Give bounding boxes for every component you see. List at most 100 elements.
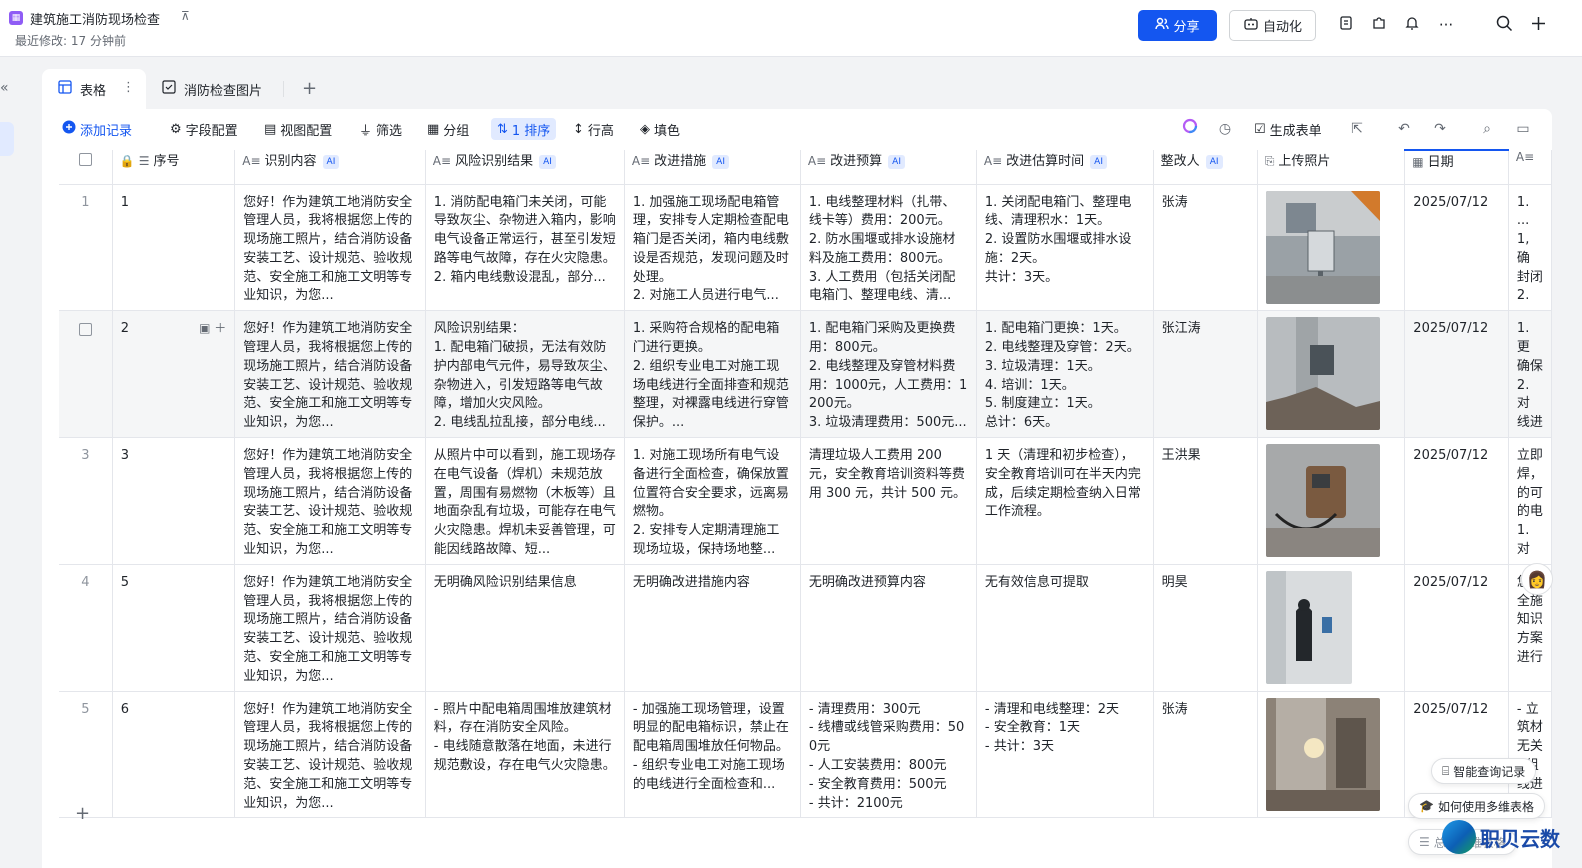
cell-extra[interactable]: 1. 更 确保 2. 对 线进 护。 3. 清 (1508, 310, 1552, 439)
more-icon[interactable]: ··· (1436, 15, 1456, 35)
column-header-photo[interactable]: ⎘ 上传照片 (1257, 150, 1406, 185)
photo-thumbnail[interactable] (1265, 697, 1380, 811)
cell-risk[interactable]: 1. 消防配电箱门未关闭，可能导致灰尘、杂物进入箱内，影响电气设备正常运行，甚至… (425, 184, 625, 312)
column-header-budget[interactable]: A≡ 改进预算 AI (800, 150, 977, 185)
cell-date[interactable]: 2025/07/12 (1404, 310, 1509, 439)
cell-person[interactable]: 张涛 (1153, 691, 1258, 819)
cell-photo[interactable] (1257, 564, 1406, 692)
cell-measures[interactable]: 1. 加强施工现场配电箱管理，安排专人定期检查配电箱门是否关闭，箱内电线敷设是否… (624, 184, 801, 312)
cell-person[interactable]: 张江涛 (1153, 310, 1258, 439)
cell-budget[interactable]: 1. 电线整理材料（扎带、线卡等）费用：200元。 2. 防水围堰或排水设施材料… (800, 184, 977, 312)
sidebar-indicator[interactable] (0, 122, 14, 156)
search-icon[interactable] (1494, 15, 1514, 35)
pin-icon[interactable]: ⊼ (181, 9, 190, 23)
cell-recognition[interactable]: 您好！作为建筑工地消防安全管理人员，我将根据您上传的现场施工照片，结合消防设备安… (234, 310, 426, 439)
search-records-icon[interactable]: ⌕ (1476, 118, 1498, 140)
sort-button[interactable]: ⇅ 1 排序 (491, 118, 557, 140)
column-header-recognition[interactable]: A≡ 识别内容 AI (234, 150, 426, 185)
photo-thumbnail[interactable] (1265, 190, 1380, 304)
generate-form-button[interactable]: ☑ 生成表单 (1254, 118, 1322, 140)
group-button[interactable]: ▦ 分组 (427, 118, 469, 140)
cell-risk[interactable]: 从照片中可以看到，施工现场存在电气设备（焊机）未规范放置，周围有易燃物（木板等）… (425, 437, 625, 565)
cell-risk[interactable]: 风险识别结果： 1. 配电箱门破损，无法有效防护内部电气元件，易导致灰尘、杂物进… (425, 310, 625, 439)
cell-budget[interactable]: - 清理费用：300元 - 线槽或线管采购费用：500元 - 人工安装费用：80… (800, 691, 977, 819)
column-header-time[interactable]: A≡ 改进估算时间 AI (976, 150, 1154, 185)
row-height-button[interactable]: ↕ 行高 (573, 118, 614, 140)
cell-date[interactable]: 2025/07/12 (1404, 564, 1509, 692)
column-header-person[interactable]: 整改人 AI (1153, 150, 1258, 185)
share-button[interactable]: 分享 (1138, 10, 1217, 41)
field-config-button[interactable]: ⚙ 字段配置 (170, 118, 238, 140)
cell-recognition[interactable]: 您好！作为建筑工地消防安全管理人员，我将根据您上传的现场施工照片，结合消防设备安… (234, 564, 426, 692)
column-header-seq[interactable]: 🔒 ☰ 序号 (112, 150, 236, 185)
cell-photo[interactable] (1257, 437, 1406, 565)
row-selector[interactable] (59, 310, 113, 439)
cell-measures[interactable]: 1. 采购符合规格的配电箱门进行更换。 2. 组织专业电工对施工现场电线进行全面… (624, 310, 801, 439)
cell-budget[interactable]: 无明确改进预算内容 (800, 564, 977, 692)
cell-measures[interactable]: - 加强施工现场管理，设置明显的配电箱标识，禁止在配电箱周围堆放任何物品。 - … (624, 691, 801, 819)
cell-seq[interactable]: 6 (112, 691, 236, 819)
cell-seq[interactable]: 2 ▣ ＋ (112, 310, 236, 439)
table-row[interactable]: 5 6 您好！作为建筑工地消防安全管理人员，我将根据您上传的现场施工照片，结合消… (59, 691, 1552, 819)
cell-person[interactable]: 张涛 (1153, 184, 1258, 312)
assistant-avatar[interactable]: 👩 (1521, 563, 1553, 595)
add-row-button[interactable]: + (75, 803, 90, 824)
plus-icon[interactable] (1528, 15, 1548, 35)
plugin-icon[interactable] (1369, 15, 1389, 35)
expand-record-icon[interactable]: ▣ ＋ (199, 319, 226, 338)
add-view-icon[interactable]: + (302, 78, 317, 99)
cell-seq[interactable]: 3 (112, 437, 236, 565)
cell-seq[interactable]: 1 (112, 184, 236, 312)
expand-sidebar-icon[interactable]: « (0, 80, 9, 96)
photo-thumbnail[interactable] (1265, 570, 1352, 684)
table-row[interactable]: 1 1 您好！作为建筑工地消防安全管理人员，我将根据您上传的现场施工照片，结合消… (59, 184, 1552, 312)
undo-icon[interactable]: ↶ (1393, 118, 1415, 140)
cell-time[interactable]: - 清理和电线整理：2天 - 安全教育：1天 - 共计：3天 (976, 691, 1154, 819)
cell-date[interactable]: 2025/07/12 (1404, 437, 1509, 565)
cell-recognition[interactable]: 您好！作为建筑工地消防安全管理人员，我将根据您上传的现场施工照片，结合消防设备安… (234, 184, 426, 312)
view-config-button[interactable]: ▤ 视图配置 (264, 118, 332, 140)
photo-thumbnail[interactable] (1265, 444, 1380, 558)
cell-time[interactable]: 1. 关闭配电箱门、整理电线、清理积水：1天。 2. 设置防水围堰或排水设施：2… (976, 184, 1154, 312)
cell-person[interactable]: 明昊 (1153, 564, 1258, 692)
cell-person[interactable]: 王洪果 (1153, 437, 1258, 565)
row-checkbox[interactable] (78, 323, 92, 337)
column-header-risk[interactable]: A≡ 风险识别结果 AI (425, 150, 625, 185)
cell-photo[interactable] (1257, 184, 1406, 312)
column-header-measures[interactable]: A≡ 改进措施 AI (624, 150, 801, 185)
cell-extra[interactable]: 立即 焊， 的可 的电 1. 对 备进 (1508, 437, 1552, 565)
share-out-icon[interactable]: ⇱ (1346, 118, 1368, 140)
table-row[interactable]: 3 3 您好！作为建筑工地消防安全管理人员，我将根据您上传的现场施工照片，结合消… (59, 437, 1552, 565)
select-all-header[interactable] (59, 150, 113, 185)
automation-button[interactable]: 自动化 (1229, 10, 1316, 41)
redo-icon[interactable]: ↷ (1429, 118, 1451, 140)
filter-button[interactable]: ⏚ 筛选 (359, 118, 402, 140)
column-header-extra[interactable]: A≡ (1508, 150, 1552, 185)
table-row[interactable]: 4 5 您好！作为建筑工地消防安全管理人员，我将根据您上传的现场施工照片，结合消… (59, 564, 1552, 692)
cell-extra[interactable]: 1. ... 1, 确 封闭 2. 并 整理 置 (1508, 184, 1552, 312)
cell-recognition[interactable]: 您好！作为建筑工地消防安全管理人员，我将根据您上传的现场施工照片，结合消防设备安… (234, 691, 426, 819)
select-all-checkbox[interactable] (78, 153, 92, 166)
cell-date[interactable]: 2025/07/12 (1404, 184, 1509, 312)
doc-title[interactable]: 建筑施工消防现场检查 (30, 9, 160, 28)
comment-icon[interactable]: ▭ (1512, 118, 1534, 140)
cell-recognition[interactable]: 您好！作为建筑工地消防安全管理人员，我将根据您上传的现场施工照片，结合消防设备安… (234, 437, 426, 565)
cell-time[interactable]: 无有效信息可提取 (976, 564, 1154, 692)
document-icon[interactable] (1336, 15, 1356, 35)
cell-risk[interactable]: - 照片中配电箱周围堆放建筑材料，存在消防安全风险。 - 电线随意散落在地面，未… (425, 691, 625, 819)
column-header-date[interactable]: ▦ 日期 (1404, 149, 1509, 185)
tab-fire-photos[interactable]: 消防检查图片 (162, 69, 262, 109)
cell-time[interactable]: 1 天（清理和初步检查），安全教育培训可在半天内完成，后续定期检查纳入日常工作流… (976, 437, 1154, 565)
cell-photo[interactable] (1257, 691, 1406, 819)
cell-measures[interactable]: 无明确改进措施内容 (624, 564, 801, 692)
cell-seq[interactable]: 5 (112, 564, 236, 692)
cell-measures[interactable]: 1. 对施工现场所有电气设备进行全面检查，确保放置位置符合安全要求，远离易燃物。… (624, 437, 801, 565)
cell-photo[interactable] (1257, 310, 1406, 439)
tab-more-icon[interactable]: ⋮ (122, 80, 135, 95)
cell-budget[interactable]: 1. 配电箱门采购及更换费用：800元。 2. 电线整理及穿管材料费用：1000… (800, 310, 977, 439)
table-row[interactable]: 2 ▣ ＋ 您好！作为建筑工地消防安全管理人员，我将根据您上传的现场施工照片，结… (59, 310, 1552, 439)
cell-time[interactable]: 1. 配电箱门更换：1天。 2. 电线整理及穿管：2天。 3. 垃圾清理：1天。… (976, 310, 1154, 439)
how-to-use-chip[interactable]: 🎓 如何使用多维表格 (1408, 793, 1545, 819)
cell-risk[interactable]: 无明确风险识别结果信息 (425, 564, 625, 692)
history-icon[interactable]: ◷ (1214, 118, 1236, 140)
